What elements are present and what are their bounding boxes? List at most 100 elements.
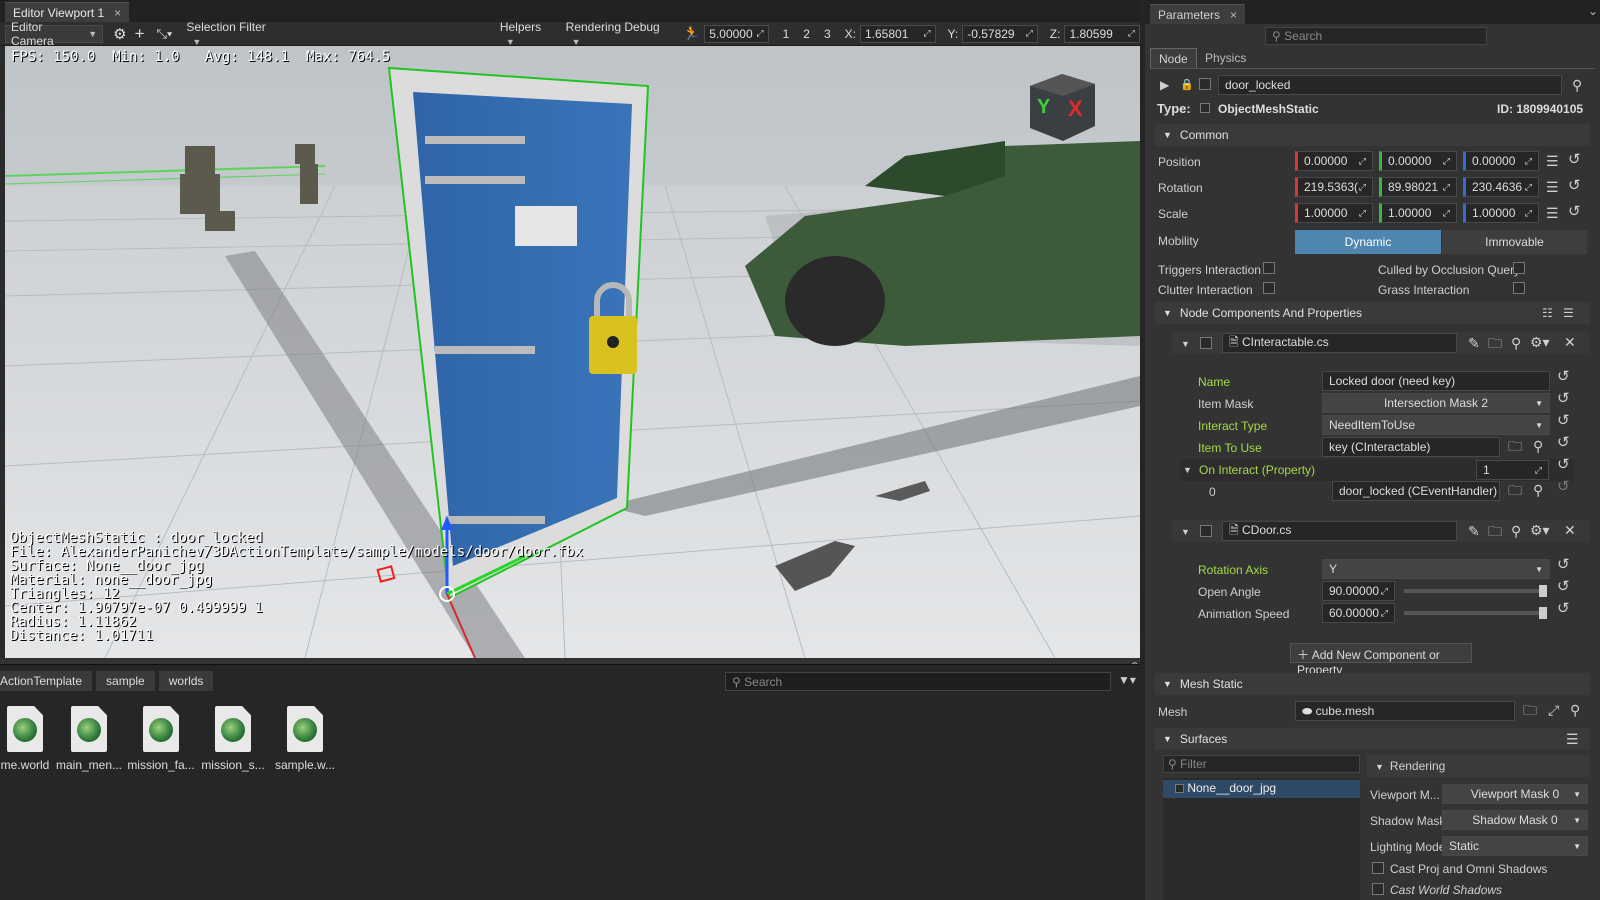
reset-icon[interactable]: ↺	[1568, 176, 1581, 194]
expand-all-icon[interactable]: ☷	[1542, 305, 1553, 321]
rotation-x-field[interactable]: 219.5363(⤢	[1295, 177, 1373, 197]
search-icon[interactable]: ⚲	[1533, 438, 1543, 454]
rotation-y-field[interactable]: 89.98021 ⤢	[1379, 177, 1457, 197]
selection-cursor-icon[interactable]: ⤡▾	[157, 26, 173, 42]
close-icon[interactable]: ×	[1230, 8, 1237, 22]
scene-viewport[interactable]: FPS: 150.0 Min: 1.0 Avg: 148.1 Max: 764.…	[5, 46, 1140, 658]
on-interact-count-field[interactable]: 1 ⤢	[1476, 460, 1549, 480]
gear-icon[interactable]: ⚙▾	[1530, 334, 1550, 350]
lighting-mode-select[interactable]: Static ▼	[1442, 836, 1588, 856]
node-name-input[interactable]: door_locked	[1218, 75, 1562, 95]
view-cube-x-axis[interactable]: X	[1068, 96, 1083, 122]
rendering-debug-menu[interactable]: Rendering Debug ▼	[566, 20, 671, 48]
helpers-menu[interactable]: Helpers ▼	[500, 20, 556, 48]
gear-icon[interactable]: ⚙▾	[1530, 522, 1550, 538]
view-cube-y-axis[interactable]: Y	[1037, 96, 1050, 119]
params-search-input[interactable]: ⚲ Search	[1265, 27, 1487, 45]
x-coord-field[interactable]: 1.65801 ⤢	[860, 24, 936, 43]
z-coord-field[interactable]: 1.80599 ⤢	[1064, 24, 1140, 43]
surface-checkbox[interactable]	[1175, 784, 1184, 793]
breadcrumb-item[interactable]: ActionTemplate	[0, 671, 93, 691]
search-icon[interactable]: ⚲	[1572, 77, 1582, 93]
grass-interaction-checkbox[interactable]	[1513, 282, 1525, 294]
file-item[interactable]: sample.w...	[270, 706, 340, 772]
expand-icon[interactable]: ⤢	[1026, 28, 1033, 39]
folder-icon[interactable]: 🗀	[1523, 702, 1537, 718]
event-handler-field[interactable]: door_locked (CEventHandler)	[1332, 481, 1500, 501]
collapse-all-icon[interactable]: ☰	[1563, 305, 1574, 321]
cast-world-checkbox[interactable]	[1372, 883, 1384, 895]
tab-node[interactable]: Node	[1150, 48, 1197, 68]
search-icon[interactable]: ⚲	[1511, 523, 1521, 539]
expand-icon[interactable]: ⤢	[1548, 702, 1559, 718]
reset-icon[interactable]: ↺	[1557, 477, 1570, 495]
surface-filter-input[interactable]: ⚲ Filter	[1163, 755, 1360, 773]
position-y-field[interactable]: 0.00000 ⤢	[1379, 151, 1457, 171]
folder-icon[interactable]: 🗀	[1508, 438, 1522, 454]
play-icon[interactable]: ▶	[1160, 77, 1169, 93]
component-file-field[interactable]: 🗎 CDoor.cs	[1222, 521, 1457, 541]
section-common[interactable]: ▼ Common	[1155, 124, 1590, 146]
scale-z-field[interactable]: 1.00000 ⤢	[1463, 203, 1539, 223]
breadcrumb-item[interactable]: worlds	[158, 671, 214, 691]
scale-y-field[interactable]: 1.00000 ⤢	[1379, 203, 1457, 223]
expand-icon[interactable]: ⤢	[923, 28, 930, 39]
gear-icon[interactable]: ⚙	[113, 25, 126, 43]
asset-search-input[interactable]: ⚲ Search	[725, 672, 1111, 691]
close-icon[interactable]: ×	[114, 6, 121, 22]
reset-icon[interactable]: ↺	[1557, 411, 1570, 429]
surface-list-item[interactable]: None__door_jpg	[1163, 780, 1360, 798]
slider-handle[interactable]	[1539, 585, 1547, 597]
add-icon[interactable]: +	[135, 24, 145, 44]
reset-icon[interactable]: ↺	[1568, 150, 1581, 168]
mobility-immovable-button[interactable]: Immovable	[1442, 230, 1587, 254]
file-item[interactable]: main_men...	[54, 706, 124, 772]
folder-icon[interactable]: 🗀	[1508, 482, 1522, 498]
open-angle-slider[interactable]	[1404, 585, 1547, 597]
interact-type-select[interactable]: NeedItemToUse ▼	[1322, 415, 1550, 435]
selection-filter-menu[interactable]: Selection Filter ▼	[186, 20, 277, 48]
mesh-field[interactable]: ⬬ cube.mesh	[1295, 701, 1515, 721]
component-file-field[interactable]: 🗎 CInteractable.cs	[1222, 333, 1457, 353]
reset-icon[interactable]: ↺	[1557, 577, 1570, 595]
item-mask-select[interactable]: Intersection Mask 2 ▼	[1322, 393, 1550, 413]
view-1-button[interactable]: 1	[783, 27, 790, 41]
menu-icon[interactable]: ☰	[1546, 153, 1559, 169]
rotation-axis-select[interactable]: Y ▼	[1322, 559, 1550, 579]
animation-speed-field[interactable]: 60.00000 ⤢	[1322, 603, 1395, 623]
rotation-z-field[interactable]: 230.4636 ⤢	[1463, 177, 1539, 197]
item-to-use-field[interactable]: key (CInteractable)	[1322, 437, 1500, 457]
position-z-field[interactable]: 0.00000 ⤢	[1463, 151, 1539, 171]
reset-icon[interactable]: ↺	[1557, 555, 1570, 573]
triggers-interaction-checkbox[interactable]	[1263, 262, 1275, 274]
shadow-mask-select[interactable]: Shadow Mask 0 ▼	[1442, 810, 1588, 830]
tab-physics[interactable]: Physics	[1197, 48, 1254, 68]
chevron-down-icon[interactable]: ▼	[1183, 462, 1192, 478]
tab-parameters[interactable]: Parameters ×	[1150, 4, 1246, 24]
culled-occlusion-checkbox[interactable]	[1513, 262, 1525, 274]
panel-menu-icon[interactable]: ⌄	[1588, 4, 1598, 18]
menu-icon[interactable]: ☰	[1546, 179, 1559, 195]
search-icon[interactable]: ⚲	[1533, 482, 1543, 498]
view-2-button[interactable]: 2	[803, 27, 810, 41]
reset-icon[interactable]: ↺	[1557, 389, 1570, 407]
reset-icon[interactable]: ↺	[1557, 455, 1570, 473]
chevron-down-icon[interactable]: ▼	[1181, 524, 1190, 540]
view-3-button[interactable]: 3	[824, 27, 831, 41]
slider-handle[interactable]	[1539, 607, 1547, 619]
mobility-dynamic-button[interactable]: Dynamic	[1295, 230, 1441, 254]
lock-icon[interactable]: 🔒	[1180, 77, 1194, 93]
animation-speed-slider[interactable]	[1404, 607, 1547, 619]
viewport-mask-select[interactable]: Viewport Mask 0 ▼	[1442, 784, 1588, 804]
search-icon[interactable]: ⚲	[1570, 702, 1580, 718]
section-mesh-static[interactable]: ▼ Mesh Static	[1155, 673, 1590, 695]
reset-icon[interactable]: ↺	[1557, 367, 1570, 385]
file-item[interactable]: mission_s...	[198, 706, 268, 772]
add-component-button[interactable]: ＋ Add New Component or Property	[1290, 643, 1472, 677]
menu-icon[interactable]: ☰	[1546, 205, 1559, 221]
position-x-field[interactable]: 0.00000 ⤢	[1295, 151, 1373, 171]
file-item[interactable]: me.world	[0, 706, 60, 772]
camera-select[interactable]: Editor Camera ▼	[5, 20, 104, 48]
component-enabled-checkbox[interactable]	[1200, 337, 1212, 349]
chevron-down-icon[interactable]: ▼	[1181, 336, 1190, 352]
